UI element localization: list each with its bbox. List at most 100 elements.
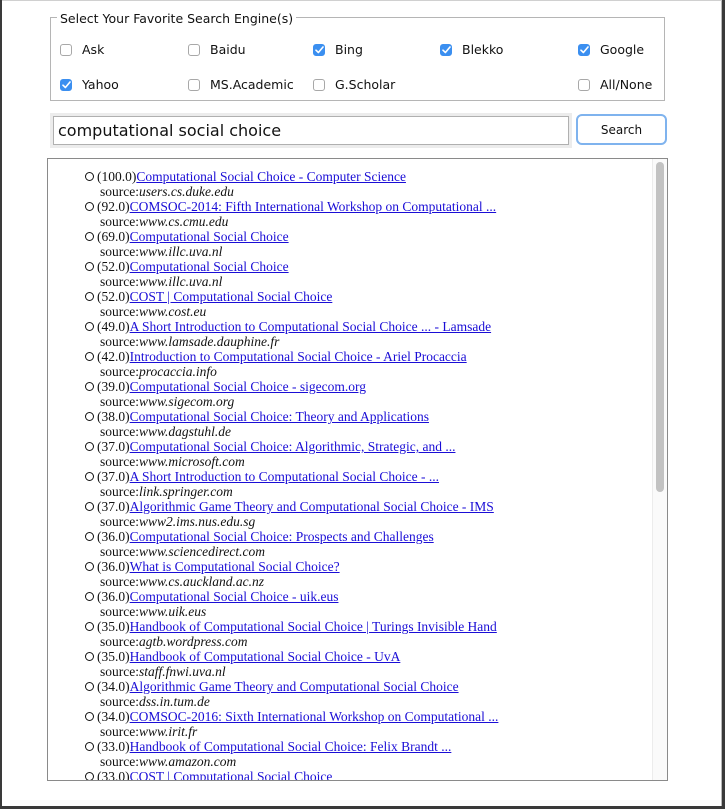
result-source: source:dss.in.tum.de xyxy=(85,694,647,709)
checkbox-label: Google xyxy=(600,42,645,57)
checkbox-g-scholar[interactable]: G.Scholar xyxy=(313,77,395,92)
checkbox-unchecked-icon[interactable] xyxy=(60,43,72,56)
bullet-circle-icon xyxy=(85,472,94,481)
source-domain: staff.fnwi.uva.nl xyxy=(138,664,226,679)
result-item: (36.0) What is Computational Social Choic… xyxy=(85,559,647,589)
result-link[interactable]: COST | Computational Social Choice xyxy=(130,769,333,780)
checkbox-yahoo[interactable]: Yahoo xyxy=(60,77,119,92)
result-source: source:www.lamsade.dauphine.fr xyxy=(85,334,647,349)
checkbox-unchecked-icon[interactable] xyxy=(188,78,200,91)
result-score: (52.0) xyxy=(97,289,130,304)
result-source: source:www.illc.uva.nl xyxy=(85,274,647,289)
result-source: source:www.dagstuhl.de xyxy=(85,424,647,439)
result-item: (34.0) Algorithmic Game Theory and Comput… xyxy=(85,679,647,709)
bullet-circle-icon xyxy=(85,262,94,271)
source-prefix: source: xyxy=(100,724,139,739)
result-score: (42.0) xyxy=(97,349,130,364)
search-input[interactable] xyxy=(53,116,569,145)
bullet-circle-icon xyxy=(85,232,94,241)
results-panel[interactable]: (100.0) Computational Social Choice - Com… xyxy=(47,158,668,781)
result-link[interactable]: What is Computational Social Choice? xyxy=(130,559,340,574)
checkbox-bing[interactable]: Bing xyxy=(313,42,363,57)
checkbox-baidu[interactable]: Baidu xyxy=(188,42,246,57)
result-score: (100.0) xyxy=(97,169,137,184)
source-prefix: source: xyxy=(100,694,139,709)
result-source: source:procaccia.info xyxy=(85,364,647,379)
result-link[interactable]: Computational Social Choice xyxy=(130,229,289,244)
source-prefix: source: xyxy=(100,304,139,319)
scrollbar-thumb[interactable] xyxy=(656,162,664,492)
checkbox-label: G.Scholar xyxy=(335,77,396,92)
bullet-circle-icon xyxy=(85,592,94,601)
source-domain: www.sigecom.org xyxy=(138,394,235,409)
checkbox-unchecked-icon[interactable] xyxy=(578,78,590,91)
result-link[interactable]: Computational Social Choice: Prospects a… xyxy=(130,529,434,544)
checkbox-checked-icon[interactable] xyxy=(578,43,590,56)
checkbox-label: Baidu xyxy=(210,42,246,57)
result-score: (35.0) xyxy=(97,619,130,634)
result-item: (100.0) Computational Social Choice - Com… xyxy=(85,169,647,199)
checkbox-checked-icon[interactable] xyxy=(60,78,72,91)
source-prefix: source: xyxy=(100,394,139,409)
source-prefix: source: xyxy=(100,424,139,439)
result-item: (37.0) A Short Introduction to Computatio… xyxy=(85,469,647,499)
result-item: (35.0) Handbook of Computational Social C… xyxy=(85,649,647,679)
result-score: (36.0) xyxy=(97,559,130,574)
result-link[interactable]: Handbook of Computational Social Choice:… xyxy=(130,739,452,754)
source-prefix: source: xyxy=(100,364,139,379)
checkbox-unchecked-icon[interactable] xyxy=(188,43,200,56)
checkbox-checked-icon[interactable] xyxy=(440,43,452,56)
result-item: (36.0) Computational Social Choice - uik.… xyxy=(85,589,647,619)
result-score: (52.0) xyxy=(97,259,130,274)
bullet-circle-icon xyxy=(85,322,94,331)
bullet-circle-icon xyxy=(85,502,94,511)
result-link[interactable]: Algorithmic Game Theory and Computationa… xyxy=(130,499,494,514)
result-link[interactable]: A Short Introduction to Computational So… xyxy=(130,319,491,334)
results-list: (100.0) Computational Social Choice - Com… xyxy=(85,169,647,780)
source-prefix: source: xyxy=(100,184,139,199)
checkbox-label: Ask xyxy=(82,42,105,57)
result-source: source:staff.fnwi.uva.nl xyxy=(85,664,647,679)
source-domain: www.dagstuhl.de xyxy=(138,424,231,439)
result-source: source:users.cs.duke.edu xyxy=(85,184,647,199)
result-link[interactable]: Handbook of Computational Social Choice … xyxy=(130,649,401,664)
result-item: (69.0) Computational Social Choice source:… xyxy=(85,229,647,259)
source-domain: www.illc.uva.nl xyxy=(138,274,223,289)
search-button[interactable]: Search xyxy=(576,114,667,145)
result-link[interactable]: COMSOC-2014: Fifth International Worksho… xyxy=(130,199,497,214)
result-link[interactable]: Algorithmic Game Theory and Computationa… xyxy=(130,679,459,694)
bullet-circle-icon xyxy=(85,172,94,181)
result-score: (36.0) xyxy=(97,529,130,544)
result-link[interactable]: Handbook of Computational Social Choice … xyxy=(130,619,497,634)
result-link[interactable]: A Short Introduction to Computational So… xyxy=(130,469,439,484)
checkbox-ask[interactable]: Ask xyxy=(60,42,104,57)
source-prefix: source: xyxy=(100,574,139,589)
result-score: (69.0) xyxy=(97,229,130,244)
bullet-circle-icon xyxy=(85,382,94,391)
result-link[interactable]: Computational Social Choice - Computer S… xyxy=(136,169,406,184)
result-link[interactable]: COST | Computational Social Choice xyxy=(130,289,333,304)
checkbox-google[interactable]: Google xyxy=(578,42,644,57)
bullet-circle-icon xyxy=(85,712,94,721)
results-scrollbar[interactable] xyxy=(652,159,667,780)
bullet-circle-icon xyxy=(85,412,94,421)
search-field-container xyxy=(50,113,572,148)
source-domain: dss.in.tum.de xyxy=(138,694,210,709)
checkbox-blekko[interactable]: Blekko xyxy=(440,42,503,57)
result-link[interactable]: Computational Social Choice - sigecom.or… xyxy=(130,379,366,394)
source-prefix: source: xyxy=(100,484,139,499)
checkbox-checked-icon[interactable] xyxy=(313,43,325,56)
bullet-circle-icon xyxy=(85,652,94,661)
checkbox-unchecked-icon[interactable] xyxy=(313,78,325,91)
result-link[interactable]: Computational Social Choice - uik.eus xyxy=(130,589,339,604)
result-link[interactable]: Computational Social Choice: Algorithmic… xyxy=(130,439,456,454)
checkbox-label: MS.Academic xyxy=(210,77,294,92)
checkbox-ms-academic[interactable]: MS.Academic xyxy=(188,77,294,92)
result-link[interactable]: Introduction to Computational Social Cho… xyxy=(130,349,467,364)
checkbox-all-none[interactable]: All/None xyxy=(578,77,652,92)
result-link[interactable]: COMSOC-2016: Sixth International Worksho… xyxy=(130,709,499,724)
checkbox-label: Blekko xyxy=(462,42,504,57)
result-source: source:www.microsoft.com xyxy=(85,454,647,469)
result-link[interactable]: Computational Social Choice: Theory and … xyxy=(130,409,429,424)
result-link[interactable]: Computational Social Choice xyxy=(130,259,289,274)
